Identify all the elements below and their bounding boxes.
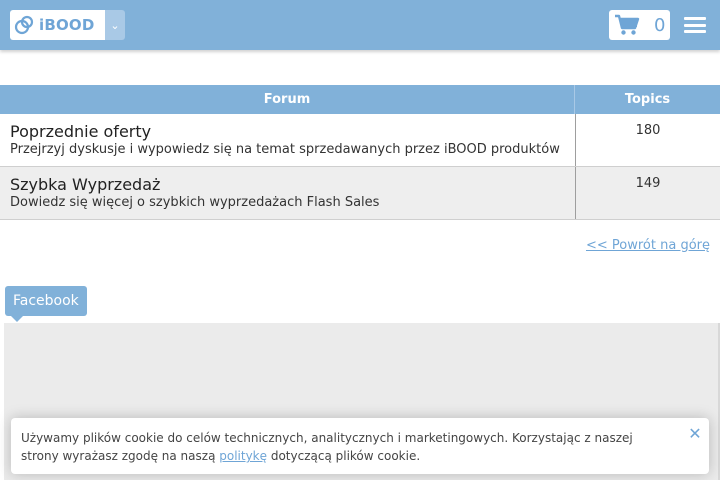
menu-line bbox=[684, 17, 706, 20]
hamburger-menu-button[interactable] bbox=[683, 14, 707, 36]
forum-cell: Szybka Wyprzedaż Dowiedz się więcej o sz… bbox=[0, 167, 576, 219]
logo-text: iBOOD bbox=[39, 16, 95, 34]
shopping-cart-icon bbox=[615, 14, 640, 35]
column-header-topics: Topics bbox=[624, 92, 671, 107]
menu-line bbox=[684, 23, 706, 27]
logo-link[interactable]: iBOOD bbox=[10, 10, 105, 40]
ibood-logo-icon bbox=[14, 15, 34, 35]
forum-title-link[interactable]: Poprzednie oferty bbox=[10, 122, 565, 141]
chevron-down-icon: ⌄ bbox=[110, 18, 120, 32]
close-icon[interactable]: ✕ bbox=[688, 426, 702, 442]
forum-description: Dowiedz się więcej o szybkich wyprzedaża… bbox=[10, 195, 380, 210]
forum-table: Forum Topics Poprzednie oferty Przejrzyj… bbox=[0, 85, 720, 220]
table-row: Poprzednie oferty Przejrzyj dyskusje i w… bbox=[0, 114, 720, 167]
column-header-forum: Forum bbox=[0, 85, 575, 114]
cookie-policy-link[interactable]: politykę bbox=[219, 449, 267, 463]
cookie-text-end: dotyczącą plików cookie. bbox=[270, 449, 421, 463]
forum-title-link[interactable]: Szybka Wyprzedaż bbox=[10, 175, 565, 194]
table-row: Szybka Wyprzedaż Dowiedz się więcej o sz… bbox=[0, 167, 720, 220]
topics-count: 149 bbox=[635, 176, 661, 191]
top-navigation-bar: iBOOD ⌄ 0 bbox=[0, 0, 720, 50]
menu-line bbox=[684, 30, 706, 33]
cart-count: 0 bbox=[654, 14, 666, 36]
table-header: Forum Topics bbox=[0, 85, 720, 114]
forum-description: Przejrzyj dyskusje i wypowiedz się na te… bbox=[10, 142, 560, 157]
back-to-top-link[interactable]: << Powrót na górę bbox=[586, 238, 710, 253]
site-dropdown-button[interactable]: ⌄ bbox=[105, 10, 125, 40]
forum-cell: Poprzednie oferty Przejrzyj dyskusje i w… bbox=[0, 114, 576, 166]
facebook-tab[interactable]: Facebook bbox=[5, 286, 87, 322]
topics-count: 180 bbox=[635, 123, 661, 138]
cart-button[interactable]: 0 bbox=[609, 10, 670, 40]
cookie-banner: Używamy plików cookie do celów techniczn… bbox=[11, 418, 709, 474]
